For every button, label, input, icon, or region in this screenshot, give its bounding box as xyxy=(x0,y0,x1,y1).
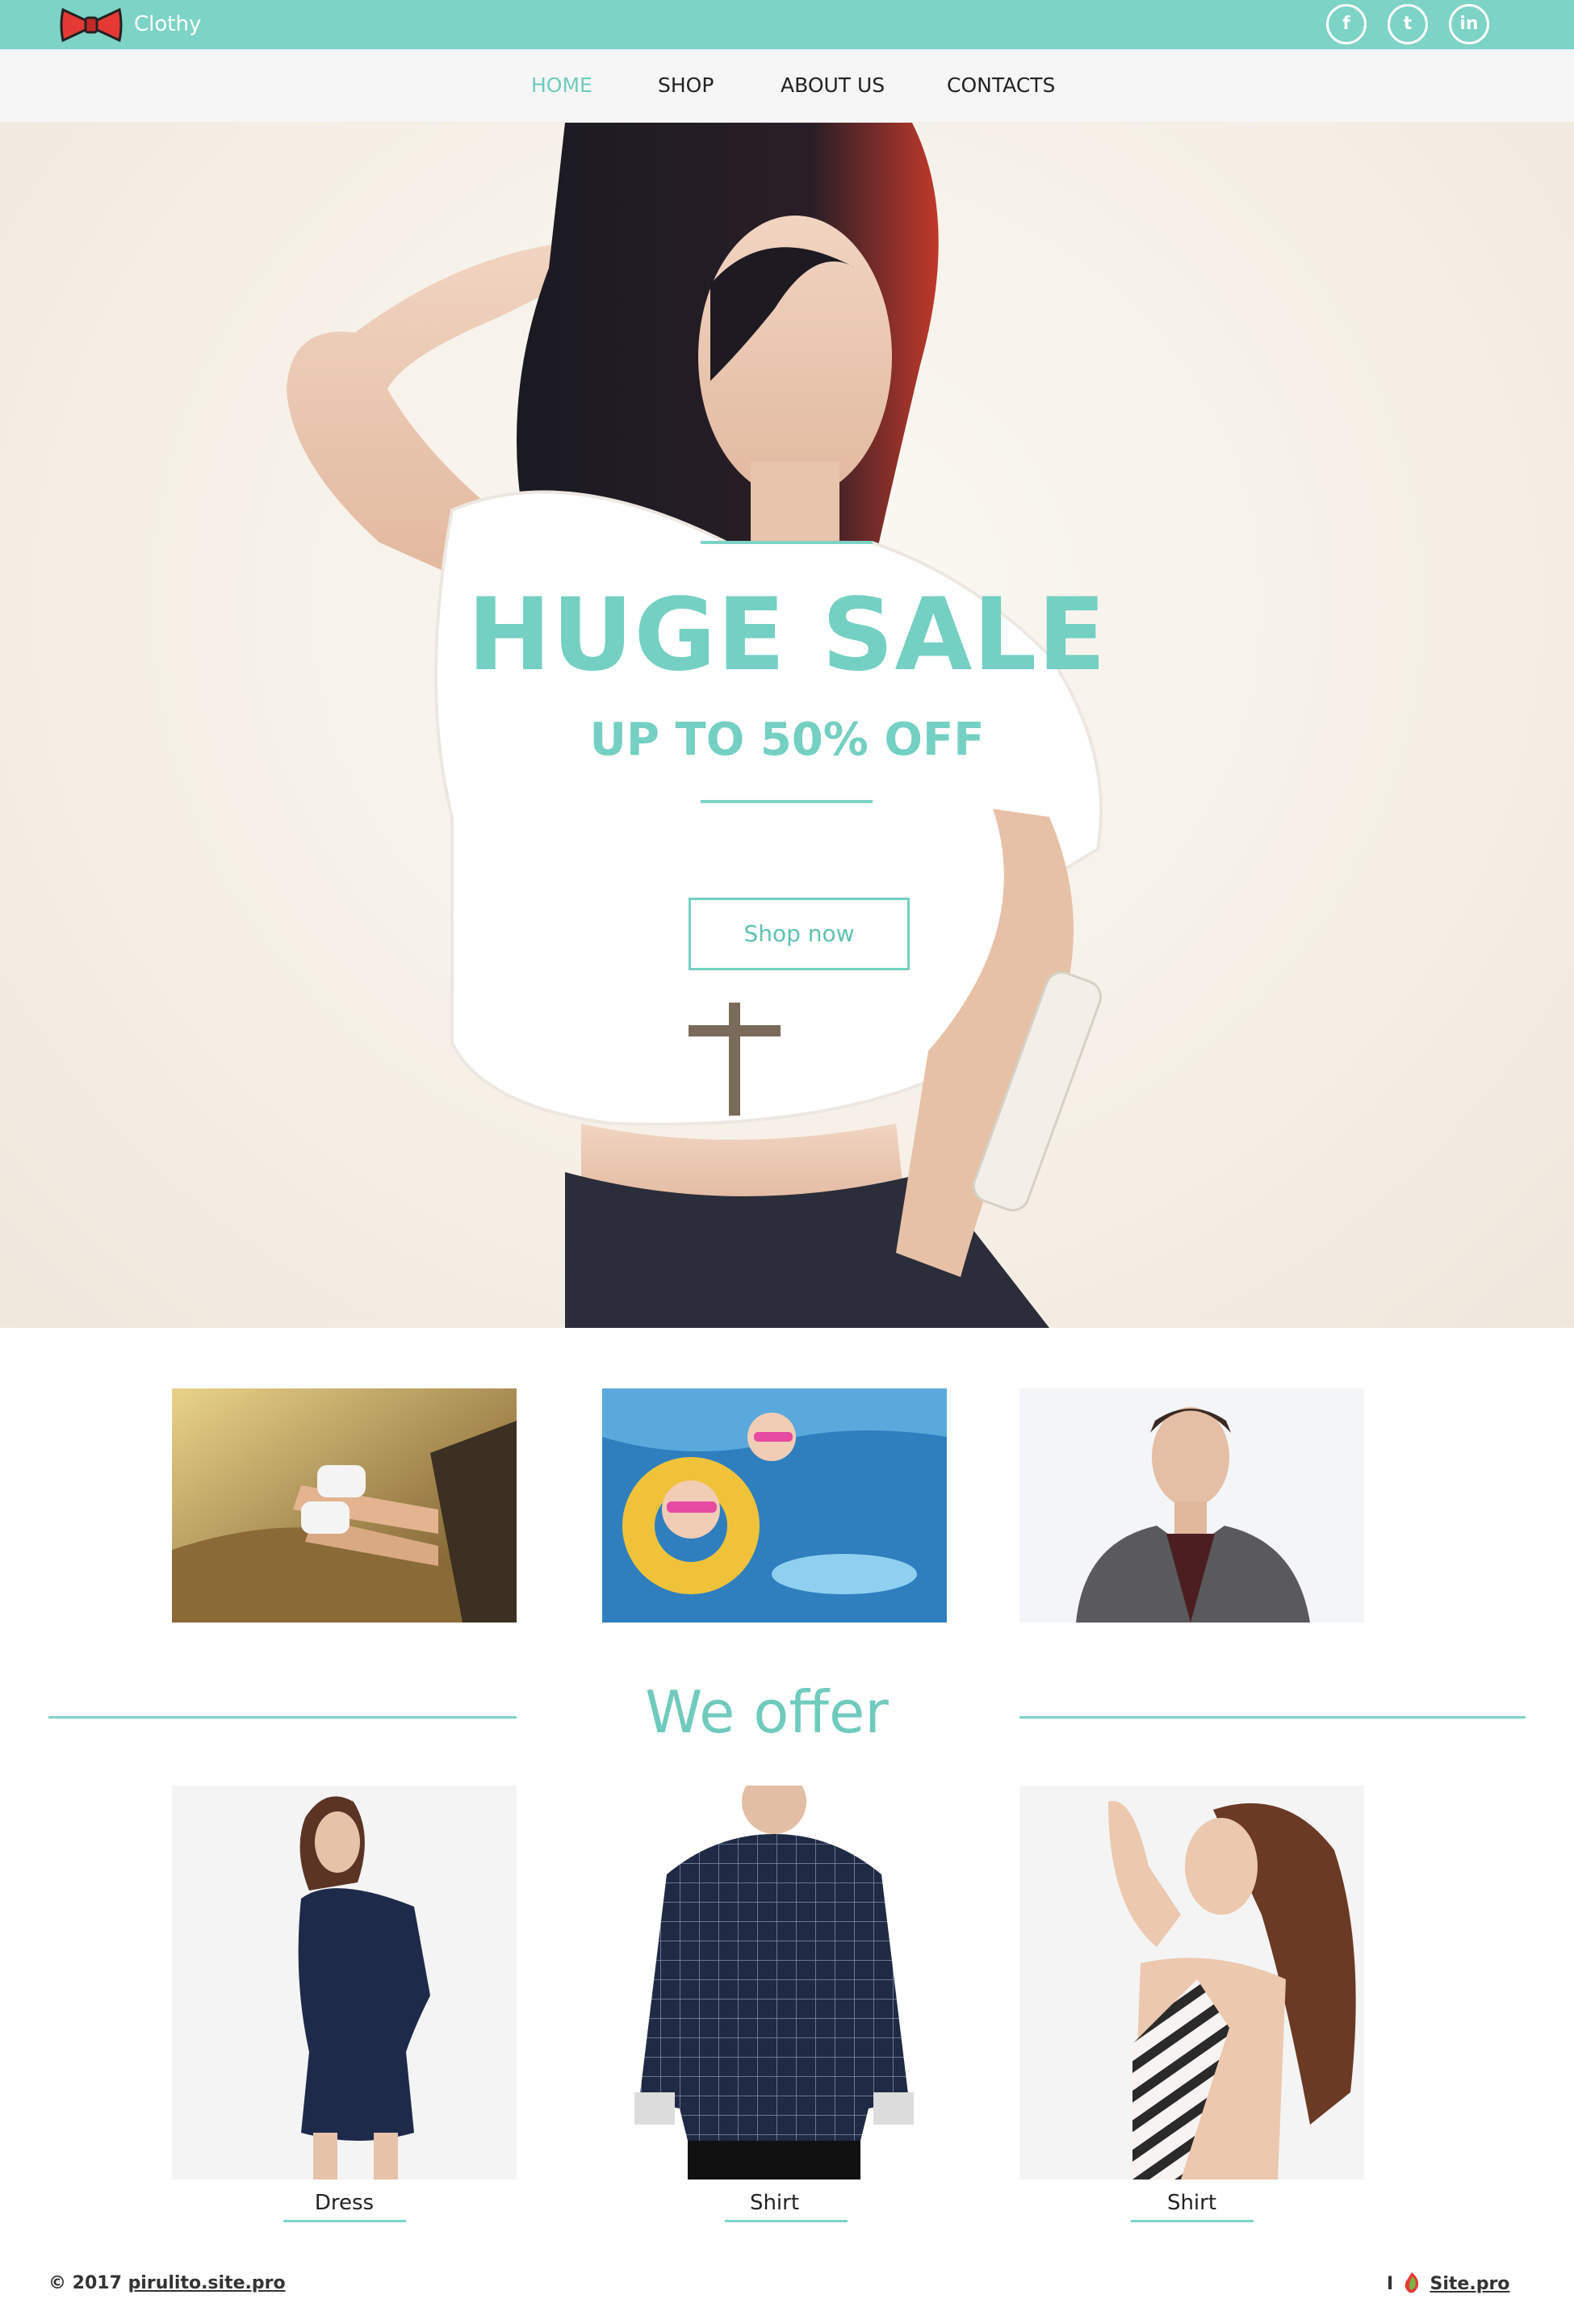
sitepro-logo-icon xyxy=(1404,2272,1418,2293)
brand-name[interactable]: Clothy xyxy=(134,11,201,37)
sneakers-legs-photo xyxy=(172,1388,517,1623)
main-nav: HOME SHOP ABOUT US CONTACTS xyxy=(0,49,1574,123)
product-label-dress[interactable]: Dress xyxy=(172,2189,517,2217)
checked-shirt-photo xyxy=(602,1786,947,2180)
bowtie-logo-icon[interactable] xyxy=(60,6,123,44)
nav-home[interactable]: HOME xyxy=(531,72,592,99)
offer-divider-left xyxy=(48,1716,517,1719)
product-card-shirt[interactable] xyxy=(602,1786,947,2180)
striped-top-photo xyxy=(1019,1786,1364,2180)
product-underline-dress xyxy=(283,2220,406,2222)
nav-about-us[interactable]: ABOUT US xyxy=(781,72,885,99)
footer-copyright: © 2017 pirulito.site.pro xyxy=(48,2272,286,2296)
offer-divider-right xyxy=(1019,1716,1526,1719)
copyright-text: © 2017 xyxy=(48,2273,122,2293)
gallery-image-swimming[interactable] xyxy=(602,1388,947,1623)
sitepro-link[interactable]: Site.pro xyxy=(1430,2274,1510,2294)
facebook-icon[interactable]: f xyxy=(1326,4,1367,44)
nav-contacts[interactable]: CONTACTS xyxy=(947,72,1055,99)
product-label-top[interactable]: Shirt xyxy=(1019,2189,1364,2217)
offer-title: We offer xyxy=(645,1678,889,1746)
hero-subtitle: UP TO 50% OFF xyxy=(589,714,985,766)
gallery-image-man[interactable] xyxy=(1019,1388,1364,1623)
navy-dress-photo xyxy=(172,1786,517,2180)
hero-divider-bottom xyxy=(701,800,873,803)
product-underline-top xyxy=(1131,2220,1254,2222)
made-prefix: I xyxy=(1387,2274,1394,2294)
linkedin-icon[interactable]: in xyxy=(1449,4,1489,44)
shop-now-button[interactable]: Shop now xyxy=(689,898,910,970)
product-card-dress[interactable] xyxy=(172,1786,517,2180)
hero-banner: HUGE SALE UP TO 50% OFF Shop now xyxy=(0,123,1574,1328)
footer-made-with: I Site.pro xyxy=(1387,2272,1509,2297)
hero-title: HUGE SALE xyxy=(467,577,1107,693)
gallery-image-sneakers[interactable] xyxy=(172,1388,517,1623)
hero-divider-top xyxy=(701,541,873,544)
nav-shop[interactable]: SHOP xyxy=(658,72,714,99)
product-underline-shirt xyxy=(725,2220,848,2222)
product-card-top[interactable] xyxy=(1019,1786,1364,2180)
product-label-shirt[interactable]: Shirt xyxy=(602,2189,947,2217)
top-bar: Clothy f t in xyxy=(0,0,1574,49)
twitter-icon[interactable]: t xyxy=(1388,4,1428,44)
site-link[interactable]: pirulito.site.pro xyxy=(128,2273,286,2293)
man-in-blazer-photo xyxy=(1019,1388,1364,1623)
kids-swimming-photo xyxy=(602,1388,947,1623)
